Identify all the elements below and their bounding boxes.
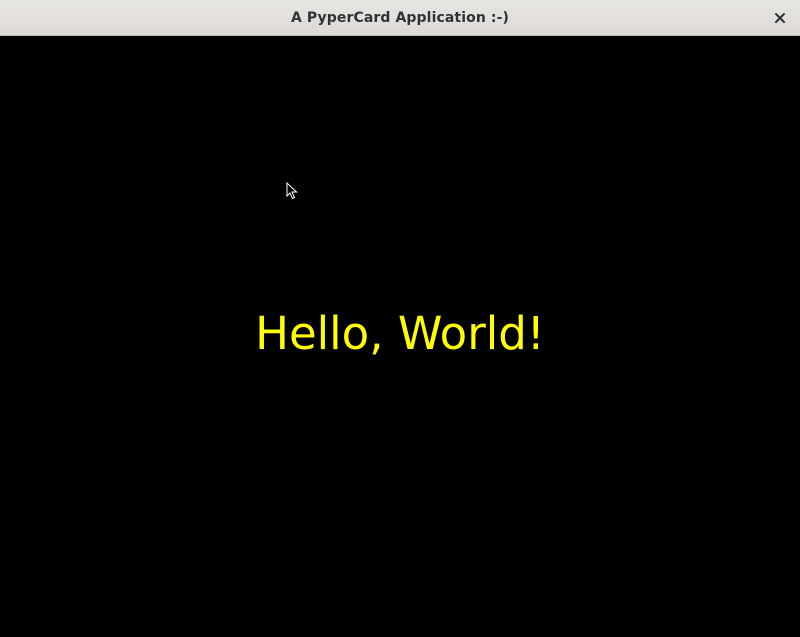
window-title: A PyperCard Application :-) bbox=[291, 9, 509, 26]
close-button[interactable] bbox=[770, 8, 790, 28]
mouse-pointer-icon bbox=[286, 182, 298, 200]
hello-message: Hello, World! bbox=[255, 307, 545, 360]
title-bar[interactable]: A PyperCard Application :-) bbox=[0, 0, 800, 36]
card-content: Hello, World! bbox=[0, 36, 800, 637]
close-icon bbox=[775, 13, 785, 23]
application-window: A PyperCard Application :-) Hello, World… bbox=[0, 0, 800, 637]
